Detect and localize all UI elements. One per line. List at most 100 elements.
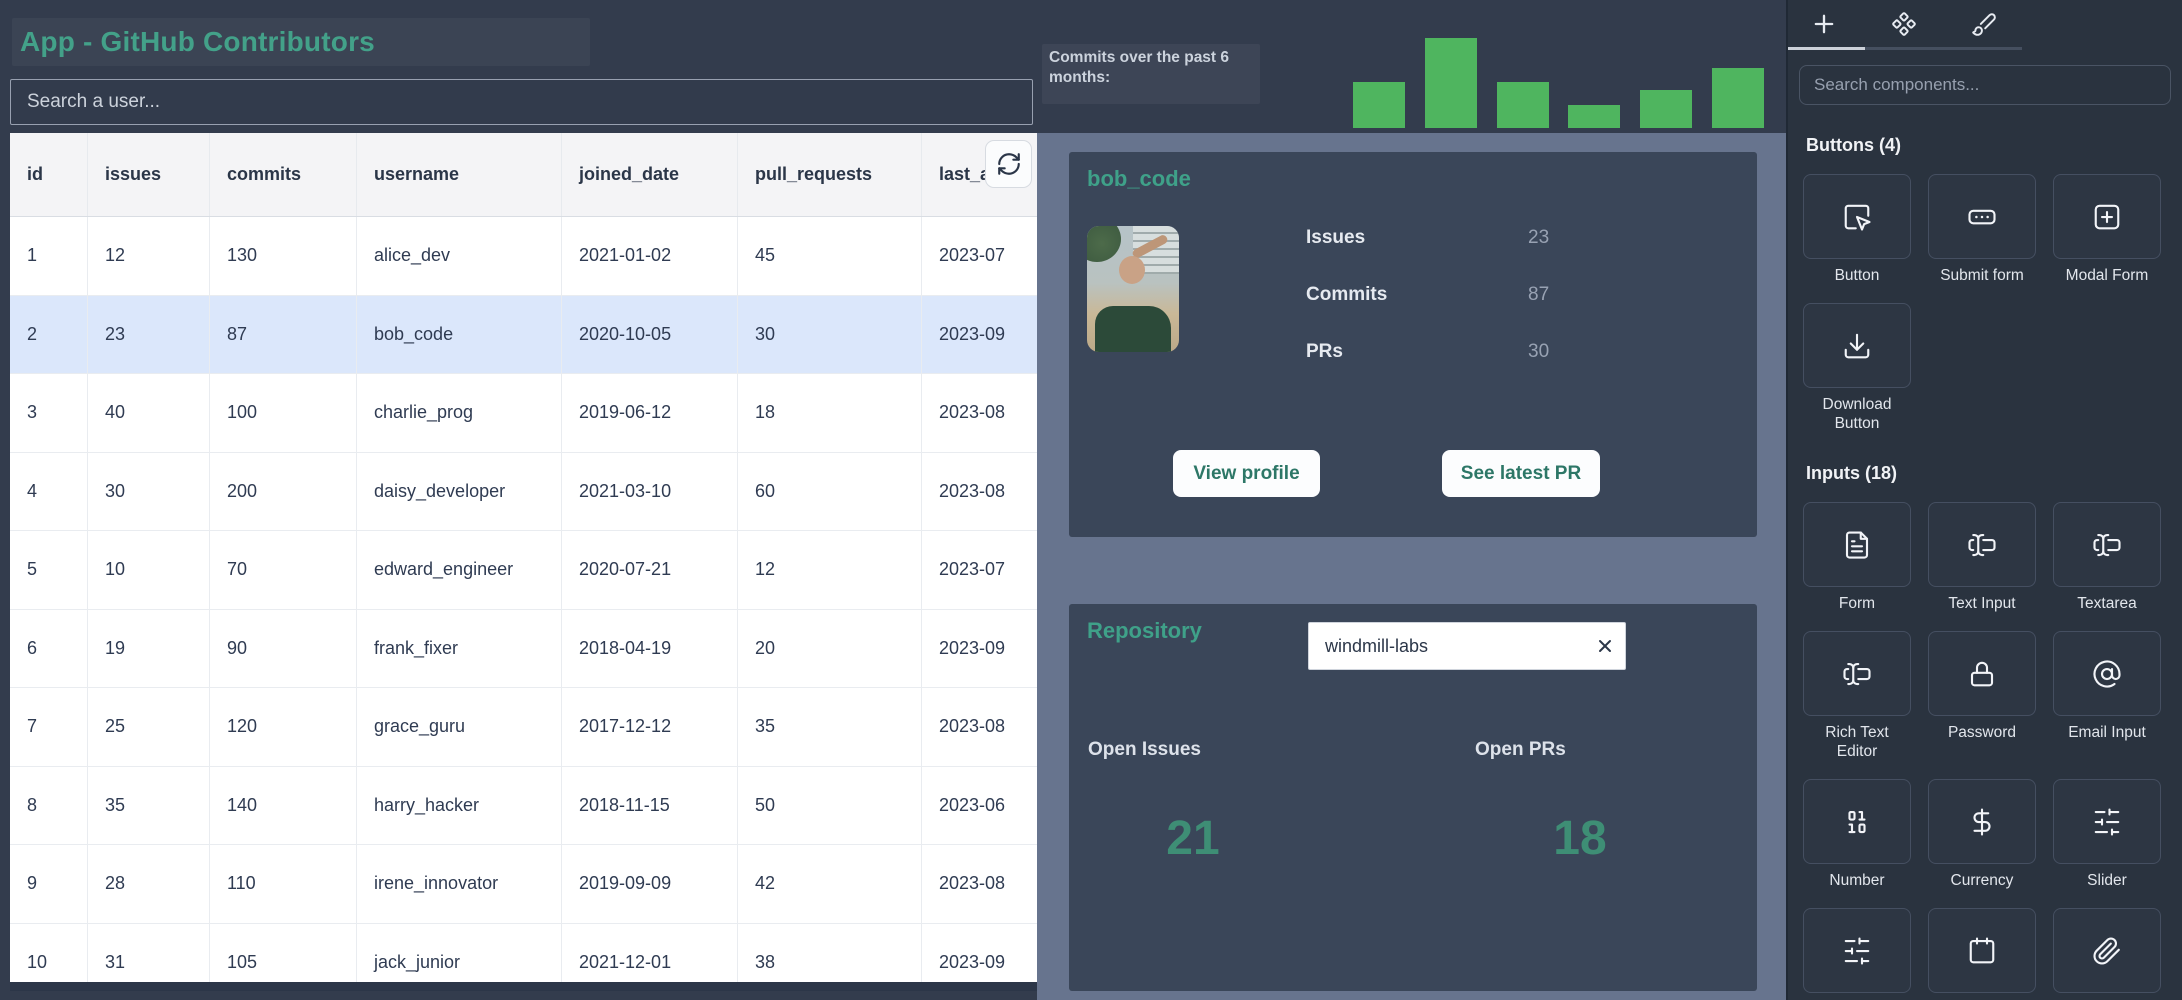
component-label: Text Input bbox=[1928, 594, 2036, 613]
component-tile[interactable] bbox=[2053, 174, 2161, 259]
table-cell: 105 bbox=[210, 924, 357, 992]
component-tile[interactable] bbox=[1803, 908, 1911, 993]
component-grid: Button Submit form Modal Form Download Butt… bbox=[1803, 174, 2177, 433]
component-item-email-input[interactable]: Email Input bbox=[2053, 631, 2161, 761]
component-tile[interactable] bbox=[2053, 908, 2161, 993]
table-cell: 70 bbox=[210, 531, 357, 609]
table-cell: 30 bbox=[738, 296, 922, 374]
search-components-input[interactable] bbox=[1799, 65, 2171, 105]
table-cell: 110 bbox=[210, 845, 357, 923]
repository-input[interactable] bbox=[1309, 636, 1585, 657]
component-label: Modal Form bbox=[2053, 266, 2161, 285]
table-row[interactable]: 112130alice_dev2021-01-02452023-07 bbox=[10, 217, 1037, 296]
table-cell: 6 bbox=[10, 610, 88, 688]
component-tile[interactable] bbox=[1803, 303, 1911, 388]
calendar bbox=[1967, 936, 1997, 966]
component-tile[interactable] bbox=[1803, 779, 1911, 864]
table-row[interactable]: 835140harry_hacker2018-11-15502023-06 bbox=[10, 767, 1037, 846]
component-tile[interactable] bbox=[1928, 631, 2036, 716]
download bbox=[1842, 331, 1872, 361]
refresh-table-button[interactable] bbox=[985, 140, 1032, 188]
contributors-table: idissuescommitsusernamejoined_datepull_r… bbox=[10, 133, 1037, 991]
table-cell: 30 bbox=[88, 453, 210, 531]
plus-icon bbox=[1810, 10, 1838, 38]
table-row[interactable]: 430200daisy_developer2021-03-10602023-08 bbox=[10, 453, 1037, 532]
component-tile[interactable] bbox=[2053, 631, 2161, 716]
see-latest-pr-button[interactable]: See latest PR bbox=[1442, 450, 1600, 497]
table-row[interactable]: 928110irene_innovator2019-09-09422023-08 bbox=[10, 845, 1037, 924]
component-tile[interactable] bbox=[1803, 174, 1911, 259]
table-row[interactable]: 1031105jack_junior2021-12-01382023-09 bbox=[10, 924, 1037, 992]
column-header-pull_requests: pull_requests bbox=[738, 133, 922, 216]
component-item-password[interactable]: Password bbox=[1928, 631, 2036, 761]
table-horizontal-scrollbar[interactable] bbox=[10, 982, 1037, 991]
component-label: Email Input bbox=[2053, 723, 2161, 742]
component-item-text-input[interactable]: Text Input bbox=[1928, 502, 2036, 613]
component-item-textarea[interactable]: Textarea bbox=[2053, 502, 2161, 613]
component-label: Slider bbox=[2053, 871, 2161, 890]
column-header-commits: commits bbox=[210, 133, 357, 216]
profile-card: bob_code Issues23Commits87PRs30 View pro… bbox=[1069, 152, 1757, 537]
page-title: App - GitHub Contributors bbox=[20, 26, 375, 58]
palette-tab-plus[interactable] bbox=[1810, 10, 1838, 38]
component-item-submit-form[interactable]: Submit form bbox=[1928, 174, 2036, 285]
table-cell: 90 bbox=[210, 610, 357, 688]
component-tile[interactable] bbox=[2053, 779, 2161, 864]
component-item-download-button[interactable]: Download Button bbox=[1803, 303, 1911, 433]
component-item-slider[interactable]: Slider bbox=[2053, 779, 2161, 890]
component-tile[interactable] bbox=[1928, 174, 2036, 259]
view-profile-button[interactable]: View profile bbox=[1173, 450, 1320, 497]
table-cell: 100 bbox=[210, 374, 357, 452]
component-item-number[interactable]: Number bbox=[1803, 779, 1911, 890]
table-row[interactable]: 51070edward_engineer2020-07-21122023-07 bbox=[10, 531, 1037, 610]
table-cell: bob_code bbox=[357, 296, 562, 374]
component-label: Form bbox=[1803, 594, 1911, 613]
table-cell: 20 bbox=[738, 610, 922, 688]
table-cell: 2021-12-01 bbox=[562, 924, 738, 992]
file-text bbox=[1842, 530, 1872, 560]
component-item-rich-text-editor[interactable]: Rich Text Editor bbox=[1803, 631, 1911, 761]
component-item-button[interactable]: Button bbox=[1803, 174, 1911, 285]
component-item-modal-form[interactable]: Modal Form bbox=[2053, 174, 2161, 285]
table-row[interactable]: 61990frank_fixer2018-04-19202023-09 bbox=[10, 610, 1037, 689]
component-tile[interactable] bbox=[2053, 502, 2161, 587]
table-cell: 7 bbox=[10, 688, 88, 766]
component-item-sliders-horizontal[interactable] bbox=[1803, 908, 1911, 1000]
metric-value: 18 bbox=[1475, 811, 1685, 866]
table-cell: alice_dev bbox=[357, 217, 562, 295]
palette-tabs bbox=[1788, 0, 2182, 47]
component-icon bbox=[1891, 11, 1917, 37]
palette-tab-brush[interactable] bbox=[1970, 10, 1998, 38]
title-component-highlight: App - GitHub Contributors bbox=[12, 18, 590, 66]
component-item-calendar[interactable] bbox=[1928, 908, 2036, 1000]
table-cell: 4 bbox=[10, 453, 88, 531]
component-item-currency[interactable]: Currency bbox=[1928, 779, 2036, 890]
stat-label: Commits bbox=[1306, 284, 1387, 306]
square-plus bbox=[2092, 202, 2122, 232]
table-cell: frank_fixer bbox=[357, 610, 562, 688]
component-tile[interactable] bbox=[1803, 631, 1911, 716]
component-tile[interactable] bbox=[1928, 908, 2036, 993]
table-row[interactable]: 340100charlie_prog2019-06-12182023-08 bbox=[10, 374, 1037, 453]
metric-value: 21 bbox=[1088, 811, 1298, 866]
palette-tab-component[interactable] bbox=[1890, 10, 1918, 38]
clear-input-icon[interactable] bbox=[1585, 636, 1625, 656]
column-header-username: username bbox=[357, 133, 562, 216]
table-row[interactable]: 22387bob_code2020-10-05302023-09 bbox=[10, 296, 1037, 375]
search-user-input[interactable] bbox=[10, 79, 1033, 125]
table-row[interactable]: 725120grace_guru2017-12-12352023-08 bbox=[10, 688, 1037, 767]
text-cursor-input bbox=[1967, 530, 1997, 560]
table-cell: 2023-08 bbox=[922, 453, 1037, 531]
table-cell: 2023-07 bbox=[922, 531, 1037, 609]
sliders-horizontal bbox=[1842, 936, 1872, 966]
component-grid: Form Text Input Textarea Rich Text EditorPa… bbox=[1803, 502, 2177, 1000]
table-cell: 28 bbox=[88, 845, 210, 923]
component-item-form[interactable]: Form bbox=[1803, 502, 1911, 613]
component-label: Submit form bbox=[1928, 266, 2036, 285]
component-tile[interactable] bbox=[1803, 502, 1911, 587]
component-tile[interactable] bbox=[1928, 779, 2036, 864]
table-cell: 2023-06 bbox=[922, 767, 1037, 845]
component-tile[interactable] bbox=[1928, 502, 2036, 587]
component-item-paperclip[interactable] bbox=[2053, 908, 2161, 1000]
table-cell: 140 bbox=[210, 767, 357, 845]
